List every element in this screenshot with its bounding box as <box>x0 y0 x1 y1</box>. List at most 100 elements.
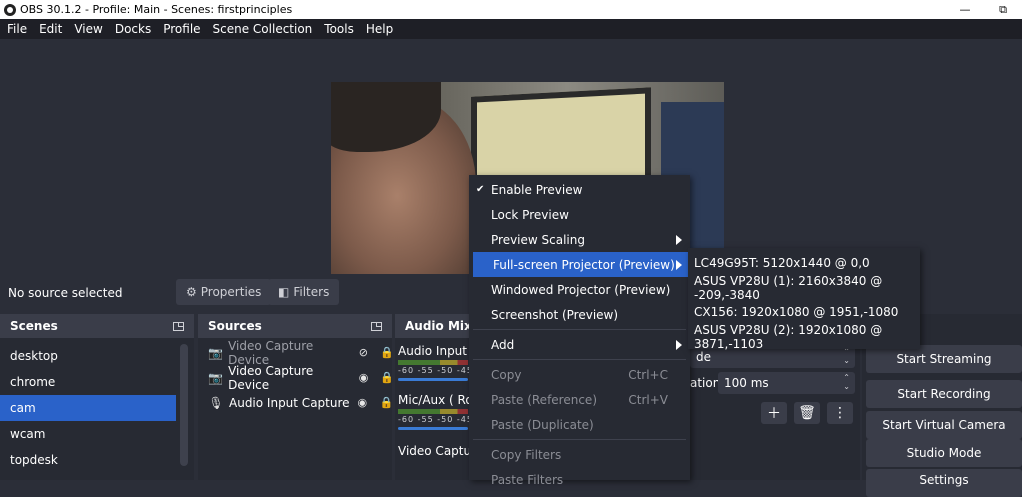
scene-label: wcam <box>10 427 46 441</box>
chevron-updown-icon: ⌃ ⌄ <box>843 373 850 391</box>
lock-icon[interactable]: 🔒 <box>380 396 394 409</box>
minimize-button[interactable]: — <box>946 0 984 19</box>
menu-item-label: Copy Filters <box>491 447 562 462</box>
menu-item-paste-reference[interactable]: Paste (Reference) Ctrl+V <box>471 387 688 412</box>
scene-item-topdesk[interactable]: topdesk <box>0 447 176 473</box>
menu-item-lock-preview[interactable]: Lock Preview <box>471 202 688 227</box>
undock-icon[interactable] <box>173 321 184 331</box>
menu-item-label: Add <box>491 337 515 352</box>
menu-separator <box>473 359 686 360</box>
menu-bar: File Edit View Docks Profile Scene Colle… <box>0 19 1022 39</box>
menu-separator <box>473 329 686 330</box>
obs-logo-icon <box>4 3 16 16</box>
volume-slider[interactable] <box>398 378 468 381</box>
lock-icon[interactable]: 🔒 <box>380 371 394 384</box>
duration-value: 100 ms <box>724 376 769 390</box>
trash-icon: 🗑 <box>798 405 816 421</box>
menu-profile[interactable]: Profile <box>157 22 206 36</box>
menu-item-label: Enable Preview <box>491 182 583 197</box>
menu-item-label: Windowed Projector (Preview) <box>491 282 671 297</box>
menu-item-screenshot[interactable]: Screenshot (Preview) <box>471 302 688 327</box>
scene-item-desktop[interactable]: desktop <box>0 343 176 369</box>
studio-mode-button[interactable]: Studio Mode <box>866 439 1022 467</box>
menu-item-enable-preview[interactable]: ✔ Enable Preview <box>471 177 688 202</box>
sources-title: Sources <box>208 319 262 333</box>
properties-button[interactable]: ⚙ Properties <box>176 279 272 305</box>
checkmark-icon: ✔ <box>476 184 485 195</box>
eye-hidden-icon[interactable]: ⊘ <box>359 346 372 359</box>
undock-icon[interactable] <box>371 321 382 331</box>
shortcut-label: Ctrl+V <box>628 392 668 407</box>
more-vertical-icon: ⋮ <box>833 405 847 421</box>
menu-item-label: Copy <box>491 367 522 382</box>
scenes-scrollbar[interactable] <box>180 344 188 466</box>
menu-item-windowed-projector[interactable]: Windowed Projector (Preview) <box>471 277 688 302</box>
lock-icon[interactable]: 🔒 <box>380 346 394 359</box>
scene-item-chrome[interactable]: chrome <box>0 369 176 395</box>
scene-item-wcam[interactable]: wcam <box>0 421 176 447</box>
microphone-icon: 🎙 <box>208 395 224 410</box>
monitor-option[interactable]: ASUS VP28U (1): 2160x3840 @ -209,-3840 <box>688 274 920 302</box>
volume-meter <box>398 360 468 365</box>
menu-help[interactable]: Help <box>360 22 399 36</box>
plus-icon: ＋ <box>767 406 781 422</box>
chevron-right-icon <box>676 260 682 270</box>
menu-item-copy[interactable]: Copy Ctrl+C <box>471 362 688 387</box>
monitor-option[interactable]: LC49G95T: 5120x1440 @ 0,0 <box>688 251 920 276</box>
remove-transition-button[interactable]: 🗑 <box>794 402 820 424</box>
add-transition-button[interactable]: ＋ <box>761 402 787 424</box>
projector-submenu: LC49G95T: 5120x1440 @ 0,0 ASUS VP28U (1)… <box>688 248 920 351</box>
menu-item-paste-duplicate[interactable]: Paste (Duplicate) <box>471 412 688 437</box>
scene-label: chrome <box>10 375 56 389</box>
source-item[interactable]: 🎙 Audio Input Capture ◉ 🔒 <box>198 390 394 415</box>
settings-button[interactable]: Settings <box>866 469 1022 497</box>
menu-file[interactable]: File <box>1 22 33 36</box>
filters-label: Filters <box>293 285 330 299</box>
source-item[interactable]: 📷 Video Capture Device ◉ 🔒 <box>198 364 394 392</box>
properties-label: Properties <box>200 285 262 299</box>
chevron-right-icon <box>676 235 682 245</box>
start-virtual-camera-button[interactable]: Start Virtual Camera <box>866 411 1022 439</box>
volume-meter <box>398 409 468 414</box>
menu-item-add[interactable]: Add <box>471 332 688 357</box>
menu-docks[interactable]: Docks <box>109 22 157 36</box>
transition-menu-button[interactable]: ⋮ <box>827 402 853 424</box>
menu-item-copy-filters[interactable]: Copy Filters <box>471 442 688 467</box>
source-label: Audio Input Capture <box>229 395 350 410</box>
duration-label: ation <box>690 376 721 390</box>
scene-label: topdesk <box>10 453 58 467</box>
eye-icon[interactable]: ◉ <box>359 371 372 384</box>
restore-button[interactable]: ⧉ <box>984 0 1022 19</box>
menu-item-label: Full-screen Projector (Preview) <box>493 257 675 272</box>
title-bar: OBS 30.1.2 - Profile: Main - Scenes: fir… <box>0 0 1022 19</box>
window-controls: — ⧉ <box>946 0 1022 19</box>
menu-item-fullscreen-projector[interactable]: Full-screen Projector (Preview) <box>473 252 688 277</box>
menu-item-label: Preview Scaling <box>491 232 585 247</box>
filters-button[interactable]: ◧ Filters <box>268 279 340 305</box>
shortcut-label: Ctrl+C <box>628 367 668 382</box>
volume-slider[interactable] <box>398 427 468 430</box>
eye-icon[interactable]: ◉ <box>358 396 372 409</box>
sources-list: 📷 Video Capture Device ⊘ 🔒 📷 Video Captu… <box>198 338 394 415</box>
scenes-panel: Scenes desktop chrome cam wcam topdesk <box>0 314 194 480</box>
sources-header: Sources <box>198 314 392 338</box>
start-recording-button[interactable]: Start Recording <box>866 380 1022 408</box>
scene-label: desktop <box>10 349 58 363</box>
duration-spinbox[interactable]: 100 ms ⌃ ⌄ <box>718 372 855 394</box>
monitor-option[interactable]: ASUS VP28U (2): 1920x1080 @ 3871,-1103 <box>688 323 920 351</box>
camera-icon: 📷 <box>208 370 224 385</box>
monitor-option[interactable]: CX156: 1920x1080 @ 1951,-1080 <box>688 300 920 325</box>
menu-item-label: Screenshot (Preview) <box>491 307 619 322</box>
preview-context-menu: ✔ Enable Preview Lock Preview Preview Sc… <box>469 175 690 487</box>
menu-scene-collection[interactable]: Scene Collection <box>207 22 319 36</box>
chevron-right-icon <box>676 340 682 350</box>
scenes-list: desktop chrome cam wcam topdesk <box>0 338 194 473</box>
menu-edit[interactable]: Edit <box>33 22 68 36</box>
source-item[interactable]: 📷 Video Capture Device ⊘ 🔒 <box>198 339 394 367</box>
menu-view[interactable]: View <box>68 22 108 36</box>
menu-item-preview-scaling[interactable]: Preview Scaling <box>471 227 688 252</box>
menu-tools[interactable]: Tools <box>318 22 360 36</box>
menu-item-label: Paste (Reference) <box>491 392 597 407</box>
scene-item-cam[interactable]: cam <box>0 395 176 421</box>
gear-icon: ⚙ <box>186 285 197 299</box>
